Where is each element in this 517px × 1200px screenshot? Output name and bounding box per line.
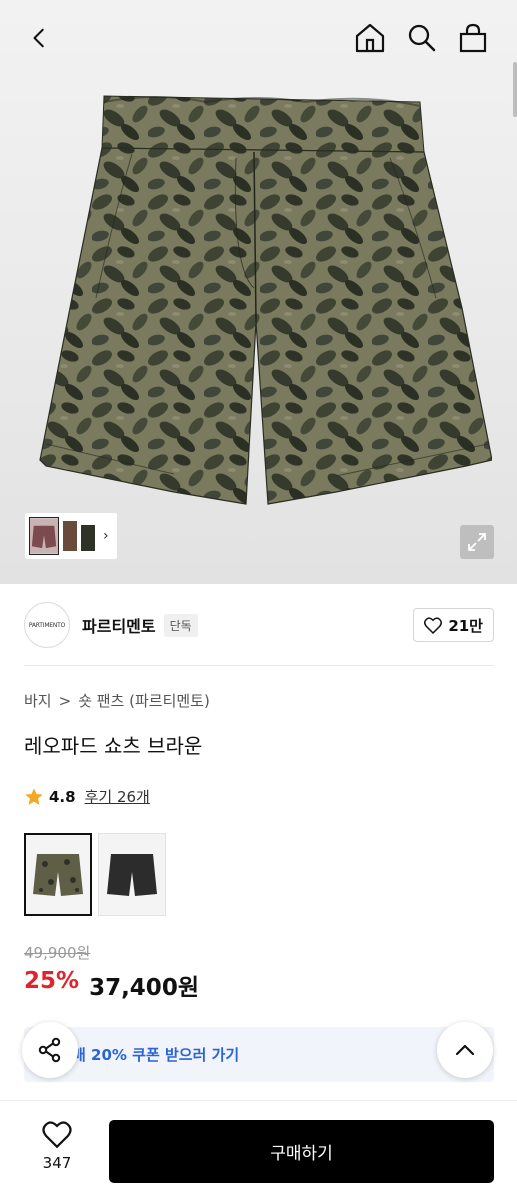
thumbnail-strip[interactable]: › (24, 512, 118, 560)
home-icon (355, 23, 385, 53)
review-link[interactable]: 후기 26개 (85, 786, 150, 807)
thumbnail-selected[interactable] (29, 517, 59, 555)
thumbnail-2[interactable] (63, 517, 97, 555)
original-price: 49,900원 (24, 944, 91, 962)
variant-black[interactable] (98, 833, 166, 916)
scroll-top-button[interactable] (437, 1022, 493, 1078)
search-icon (408, 24, 436, 52)
sale-price: 37,400원 (89, 975, 199, 1001)
search-button[interactable] (402, 18, 442, 58)
rating-row: 4.8 후기 26개 (24, 786, 150, 807)
bottom-action-bar: 347 구매하기 (0, 1100, 517, 1200)
heart-icon (42, 1121, 72, 1148)
top-navigation-bar (0, 0, 517, 76)
exclusive-badge: 단독 (163, 613, 198, 637)
brand-logo-text: PARTIMENTO (28, 621, 66, 629)
brand-logo[interactable]: PARTIMENTO (24, 602, 70, 648)
expand-icon (468, 533, 486, 551)
star-icon (25, 787, 43, 805)
variant-black-image (107, 853, 157, 896)
product-image (39, 95, 492, 505)
brand-like-count: 21만 (448, 616, 483, 635)
product-title: 레오파드 쇼츠 브라운 (24, 734, 203, 758)
brand-name[interactable]: 파르티멘토 (82, 613, 156, 637)
back-button[interactable] (20, 18, 60, 58)
brand-like-button[interactable]: 21만 (413, 608, 494, 642)
coupon-text[interactable]: 매 20% 쿠폰 받으러 가기 (72, 1044, 239, 1065)
wishlist-count: 347 (42, 1154, 72, 1172)
price-row: 25% 37,400원 (24, 968, 199, 1002)
buy-button[interactable]: 구매하기 (109, 1120, 494, 1183)
coupon-banner[interactable]: 매 20% 쿠폰 받으러 가기 (24, 1027, 494, 1082)
variant-leopard-image (33, 853, 83, 896)
color-variants (24, 833, 166, 916)
brand-row: PARTIMENTO 파르티멘토 단독 21만 (24, 600, 494, 650)
breadcrumb-category[interactable]: 바지 (24, 690, 52, 711)
chevron-up-icon (455, 1044, 475, 1056)
home-button[interactable] (350, 18, 390, 58)
product-image-gallery[interactable]: › (0, 0, 517, 584)
breadcrumb: 바지 > 숏 팬츠 (파르티멘토) (24, 690, 210, 711)
expand-image-button[interactable] (460, 525, 494, 559)
heart-icon (424, 616, 443, 634)
chevron-left-icon (33, 28, 44, 48)
share-icon (38, 1037, 61, 1063)
rating-score: 4.8 (49, 787, 76, 806)
wishlist-button[interactable]: 347 (24, 1121, 90, 1181)
chevron-right-icon[interactable]: › (103, 528, 109, 544)
cart-button[interactable] (453, 18, 493, 58)
breadcrumb-separator: > (58, 691, 72, 710)
discount-rate: 25% (24, 968, 80, 994)
variant-leopard[interactable] (24, 833, 92, 916)
shopping-bag-icon (459, 23, 487, 53)
divider (24, 665, 494, 666)
breadcrumb-subcategory[interactable]: 숏 팬츠 (파르티멘토) (78, 690, 210, 711)
share-button[interactable] (22, 1022, 78, 1078)
